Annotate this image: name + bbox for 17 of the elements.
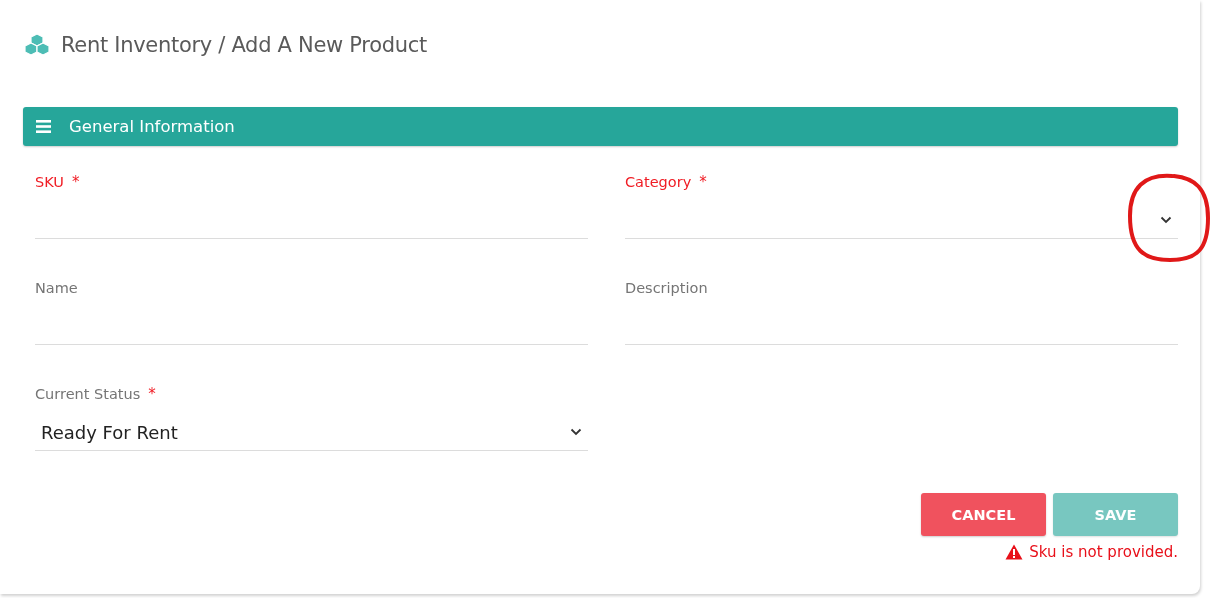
select-field[interactable]: Ready For Rent xyxy=(35,414,588,451)
error-message: Sku is not provided. xyxy=(1029,543,1178,561)
section-header[interactable]: General Information xyxy=(23,107,1178,146)
page-title: Rent Inventory / Add A New Product xyxy=(61,33,427,57)
field-label: Category xyxy=(625,174,692,190)
required-mark: * xyxy=(148,385,156,403)
chevron-down-icon xyxy=(570,428,582,436)
warning-icon xyxy=(1005,544,1024,560)
cancel-button[interactable]: CANCEL xyxy=(921,493,1046,536)
field-label: Current Status xyxy=(35,386,141,402)
required-mark: * xyxy=(71,173,80,191)
menu-icon xyxy=(36,120,51,133)
field-label: SKU xyxy=(35,174,64,190)
field-label: Description xyxy=(625,280,708,296)
field-label: Name xyxy=(35,280,78,296)
required-mark: * xyxy=(699,173,707,191)
chevron-down-icon xyxy=(1160,216,1172,224)
